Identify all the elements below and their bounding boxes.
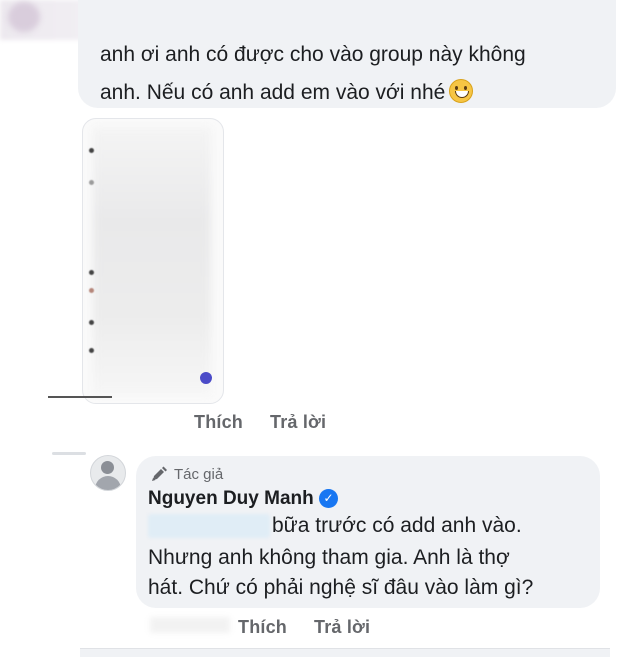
attached-image[interactable]: [82, 118, 224, 404]
thread-connector: [52, 452, 86, 455]
attached-image-home-bar: [48, 396, 112, 398]
attached-image-blurred-content: [93, 127, 211, 395]
comment-text: anh ơi anh có được cho vào group này khô…: [100, 36, 610, 112]
redacted-mention: [148, 514, 270, 538]
attached-image-dot: [89, 180, 94, 185]
comment-reply-button[interactable]: Trả lời: [270, 412, 326, 433]
attached-image-avatar: [200, 372, 212, 384]
redacted-avatar: [8, 2, 40, 32]
reply-text-line-2: Nhưng anh không tham gia. Anh là thợ: [148, 546, 510, 569]
avatar-head: [101, 461, 114, 474]
avatar-body: [95, 476, 121, 490]
comment-like-button[interactable]: Thích: [194, 412, 243, 433]
reply-reply-button[interactable]: Trả lời: [314, 617, 370, 638]
reply-text-line-3: hát. Chứ có phải nghệ sĩ đâu vào làm gì?: [148, 576, 534, 599]
attached-image-dot: [89, 148, 94, 153]
attached-image-dot: [89, 320, 94, 325]
reply-like-button[interactable]: Thích: [238, 617, 287, 638]
comment-text-line-2-text: anh. Nếu có anh add em vào với nhé: [100, 81, 446, 104]
avatar[interactable]: [90, 455, 126, 491]
pencil-icon: [152, 466, 167, 481]
author-badge: Tác giả: [174, 466, 224, 483]
attached-image-dot: [89, 288, 94, 293]
comment-text-line-1: anh ơi anh có được cho vào group này khô…: [100, 43, 526, 66]
verified-badge-icon: ✓: [319, 489, 338, 508]
attached-image-dot: [89, 270, 94, 275]
author-name-link[interactable]: Nguyen Duy Manh: [148, 488, 314, 510]
grinning-face-icon: [449, 79, 474, 103]
redacted-timestamp: [150, 617, 230, 633]
comment-text-line-2: anh. Nếu có anh add em vào với nhé: [100, 74, 610, 112]
reply-text-line-1: bữa trước có add anh vào.: [272, 514, 522, 537]
attached-image-dot: [89, 348, 94, 353]
